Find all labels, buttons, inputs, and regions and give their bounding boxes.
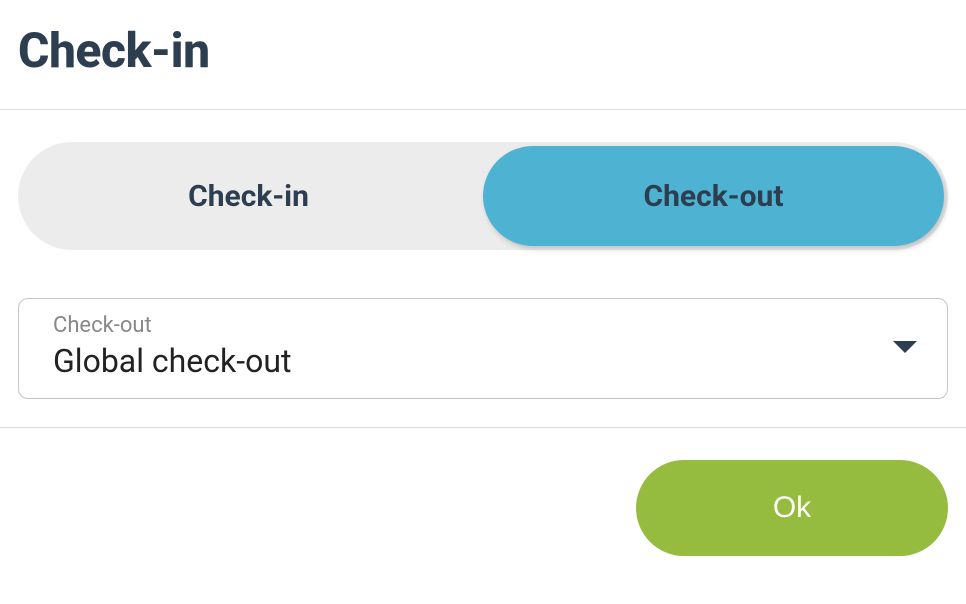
tab-checkin-label: Check-in <box>188 179 309 214</box>
checkout-select[interactable]: Check-out Global check-out <box>18 298 948 399</box>
tab-checkout[interactable]: Check-out <box>483 146 944 246</box>
content-area: Check-in Check-out Check-out Global chec… <box>0 110 966 428</box>
page-title: Check-in <box>18 22 948 79</box>
ok-button-label: Ok <box>773 491 811 525</box>
select-field-label: Check-out <box>53 313 291 338</box>
select-labels: Check-out Global check-out <box>53 313 291 380</box>
chevron-down-icon <box>893 341 917 353</box>
select-field-value: Global check-out <box>53 342 291 380</box>
tab-checkin[interactable]: Check-in <box>18 142 479 250</box>
tab-checkout-label: Check-out <box>644 179 784 214</box>
header: Check-in <box>0 0 966 110</box>
segmented-control: Check-in Check-out <box>18 142 948 250</box>
footer: Ok <box>0 428 966 556</box>
ok-button[interactable]: Ok <box>636 460 948 556</box>
